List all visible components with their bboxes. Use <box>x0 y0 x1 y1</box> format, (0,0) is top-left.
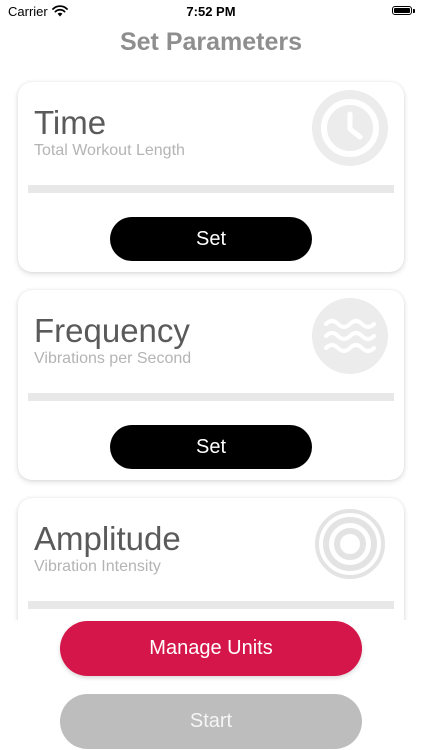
set-time-button[interactable]: Set <box>110 217 312 261</box>
card-subtitle: Vibrations per Second <box>34 350 192 367</box>
waves-icon <box>312 298 388 374</box>
status-time: 7:52 PM <box>186 4 236 19</box>
card-title: Time <box>34 104 107 141</box>
start-button[interactable]: Start <box>60 694 362 749</box>
time-slider[interactable] <box>28 185 394 193</box>
card-subtitle: Vibration Intensity <box>34 558 161 575</box>
manage-units-button[interactable]: Manage Units <box>60 621 362 676</box>
card-subtitle: Total Workout Length <box>34 142 185 159</box>
clock-icon <box>312 90 388 166</box>
frequency-card: Frequency Vibrations per Second Set <box>18 290 404 480</box>
time-card: Time Total Workout Length Set <box>18 82 404 272</box>
amplitude-slider[interactable] <box>28 601 394 609</box>
card-title: Amplitude <box>34 520 181 557</box>
card-title: Frequency <box>34 312 190 349</box>
set-frequency-button[interactable]: Set <box>110 425 312 469</box>
frequency-slider[interactable] <box>28 393 394 401</box>
battery-icon <box>392 6 415 15</box>
target-rings-icon <box>312 506 388 582</box>
page-title: Set Parameters <box>119 28 303 56</box>
status-bar: Carrier 7:52 PM <box>0 0 422 24</box>
